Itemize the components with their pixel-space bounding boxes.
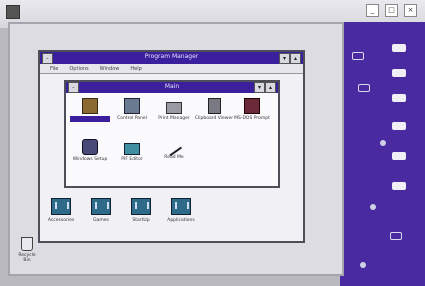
control-panel-icon	[124, 98, 140, 114]
maximize-icon[interactable]: ▴	[265, 82, 276, 93]
recycle-bin[interactable]: Recycle Bin	[15, 237, 39, 263]
dos-icon	[244, 98, 260, 114]
item-label: Read Me	[164, 155, 184, 160]
clipboard-item[interactable]: Clipboard Viewer	[194, 98, 234, 121]
program-manager-title-bar[interactable]: Program Manager - ▾ ▴	[40, 52, 303, 64]
system-menu-icon[interactable]: -	[42, 53, 53, 64]
file-manager-icon	[82, 98, 98, 114]
menu-window[interactable]: Window	[100, 66, 120, 72]
sidebar-button[interactable]	[392, 44, 406, 52]
file-manager-item[interactable]	[70, 98, 110, 122]
item-label: Clipboard Viewer	[194, 116, 234, 121]
item-label	[70, 116, 110, 122]
screen-photo: _ □ × Program Manager - ▾ ▴ File Options…	[0, 0, 425, 286]
main-group-window[interactable]: Main - ▾ ▴ Control Panel Print Manager C…	[64, 80, 280, 188]
system-menu-icon[interactable]: -	[68, 82, 79, 93]
sidebar-glyph-icon	[358, 84, 370, 92]
recycle-bin-icon	[21, 237, 33, 251]
item-label: Control Panel	[117, 116, 147, 121]
close-icon[interactable]: ×	[404, 4, 417, 17]
main-group-title-bar[interactable]: Main - ▾ ▴	[66, 82, 278, 93]
group-label: Accessories	[47, 218, 75, 223]
minimize-icon[interactable]: ▾	[254, 82, 265, 93]
sidebar-dot-icon	[370, 204, 376, 210]
menu-file[interactable]: File	[50, 66, 58, 72]
program-group-icon	[171, 198, 191, 215]
item-label: MS-DOS Prompt	[234, 116, 270, 121]
setup-icon	[82, 139, 98, 155]
program-group-icon	[51, 198, 71, 215]
item-label: Windows Setup	[72, 157, 108, 162]
group-startup[interactable]: StartUp	[124, 198, 158, 223]
main-group-title: Main	[164, 83, 180, 90]
group-label: Applications	[167, 218, 195, 223]
control-panel-item[interactable]: Control Panel	[112, 98, 152, 121]
program-manager-title: Program Manager	[144, 53, 199, 60]
pif-editor-item[interactable]: PIF Editor	[112, 139, 152, 162]
sidebar-glyph-icon	[390, 232, 402, 240]
menu-options[interactable]: Options	[69, 66, 88, 72]
program-group-icon	[131, 198, 151, 215]
sidebar-button[interactable]	[392, 94, 406, 102]
program-group-icon	[91, 198, 111, 215]
sidebar-dot-icon	[380, 140, 386, 146]
print-manager-item[interactable]: Print Manager	[154, 98, 194, 121]
group-accessories[interactable]: Accessories	[44, 198, 78, 223]
printer-icon	[166, 102, 182, 114]
sidebar-dot-icon	[360, 262, 366, 268]
sidebar-glyph-icon	[352, 52, 364, 60]
group-label: Games	[93, 218, 109, 223]
app-icon	[6, 5, 20, 19]
maximize-icon[interactable]: ▴	[290, 53, 301, 64]
item-label: Print Manager	[158, 116, 190, 121]
minimize-icon[interactable]: _	[366, 4, 379, 17]
clipboard-icon	[207, 98, 221, 114]
windows-setup-item[interactable]: Windows Setup	[70, 139, 110, 162]
right-sidebar	[340, 22, 425, 286]
group-games[interactable]: Games	[84, 198, 118, 223]
dos-prompt-item[interactable]: MS-DOS Prompt	[232, 98, 272, 121]
item-label: PIF Editor	[121, 157, 143, 162]
menu-bar: File Options Window Help	[40, 64, 303, 74]
group-label: StartUp	[132, 218, 150, 223]
sidebar-button[interactable]	[392, 182, 406, 190]
program-manager-window[interactable]: Program Manager - ▾ ▴ File Options Windo…	[38, 50, 305, 243]
minimize-icon[interactable]: ▾	[279, 53, 290, 64]
sidebar-button[interactable]	[392, 122, 406, 130]
menu-help[interactable]: Help	[130, 66, 141, 72]
recycle-bin-label: Recycle Bin	[18, 253, 36, 263]
sidebar-button[interactable]	[392, 69, 406, 77]
maximize-icon[interactable]: □	[385, 4, 398, 17]
sidebar-button[interactable]	[392, 152, 406, 160]
pif-editor-icon	[124, 143, 140, 155]
read-me-item[interactable]: Read Me	[154, 139, 194, 160]
group-applications[interactable]: Applications	[164, 198, 198, 223]
